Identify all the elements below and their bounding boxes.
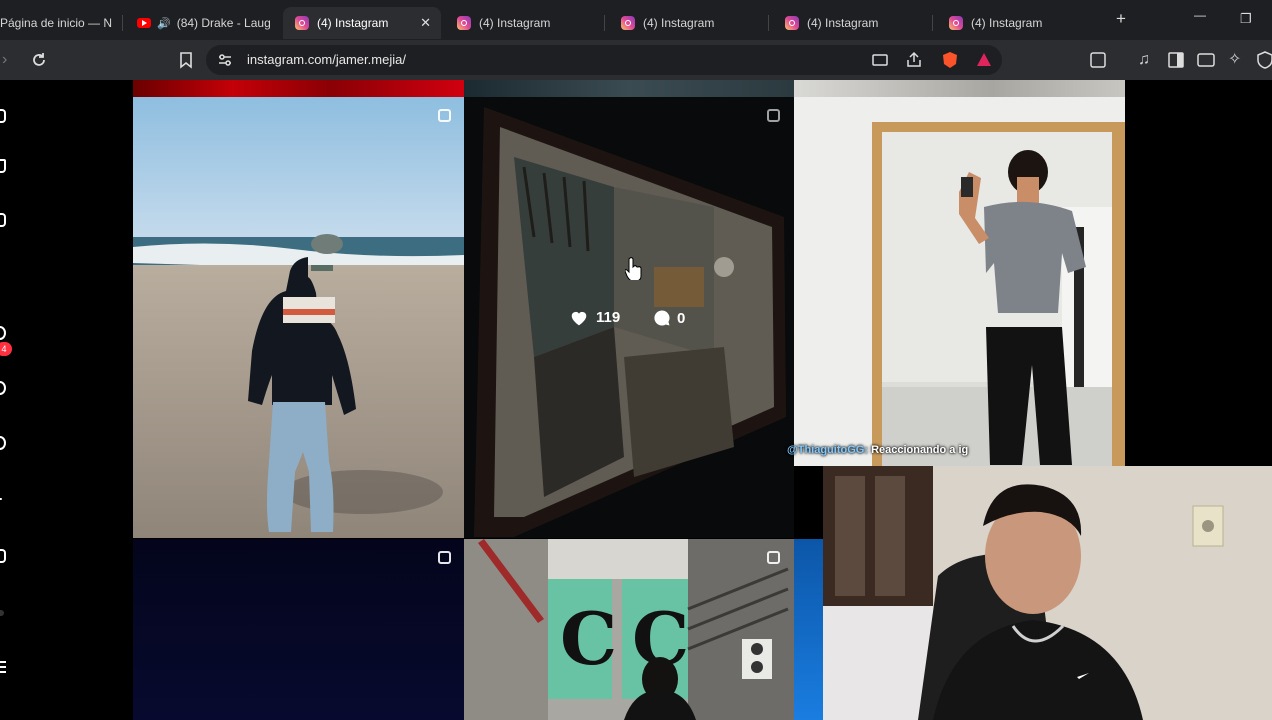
profile-icon[interactable] xyxy=(0,549,6,563)
tab-title: (4) Instagram xyxy=(807,16,879,30)
restore-button[interactable]: ❐ xyxy=(1240,11,1252,27)
reload-icon[interactable] xyxy=(30,51,48,69)
site-settings-icon[interactable] xyxy=(217,52,233,68)
svg-text:C: C xyxy=(560,596,617,681)
tab-instagram[interactable]: (4) Instagram xyxy=(933,7,1093,39)
instagram-icon xyxy=(621,16,635,30)
tab-instagram-active[interactable]: (4) Instagram ✕ xyxy=(283,7,441,39)
wallet-icon[interactable] xyxy=(1197,52,1215,68)
forward-icon[interactable]: › xyxy=(2,50,7,70)
likes-stat: 119 xyxy=(570,309,620,326)
comments-count: 0 xyxy=(677,309,686,327)
tab-title: Página de inicio — N xyxy=(0,16,113,30)
chat-username: @ThiaguitoGG: xyxy=(787,444,868,456)
youtube-icon xyxy=(137,18,151,28)
instagram-icon xyxy=(949,16,963,30)
brave-rewards-icon[interactable] xyxy=(975,51,993,69)
home-icon[interactable] xyxy=(0,159,6,173)
stream-chat-message: @ThiaguitoGG: Reaccionando a ig xyxy=(787,444,968,456)
speaker-icon[interactable]: 🔊 xyxy=(157,17,171,30)
instagram-sidebar: 4 xyxy=(0,80,20,720)
url-text[interactable]: instagram.com/jamer.mejia/ xyxy=(247,52,406,67)
comments-stat: 0 xyxy=(653,309,685,327)
post-cc-building-photo[interactable]: C C xyxy=(464,539,794,720)
messages-icon[interactable] xyxy=(0,280,6,294)
cast-icon[interactable] xyxy=(871,52,889,68)
chat-text: Reaccionando a ig xyxy=(871,444,969,456)
webcam-overlay xyxy=(823,466,1272,720)
tab-title: (84) Drake - Laug xyxy=(176,16,271,30)
tab-netflix[interactable]: Página de inicio — N xyxy=(0,7,122,39)
tab-title: (4) Instagram xyxy=(317,16,389,30)
post-strip-gray[interactable] xyxy=(794,80,1125,97)
new-tab-button[interactable]: + xyxy=(1116,9,1126,29)
instagram-icon xyxy=(457,16,471,30)
explore-icon[interactable] xyxy=(0,381,6,395)
tab-bar: Página de inicio — N 🔊 (84) Drake - Laug… xyxy=(0,0,1272,40)
instagram-logo-icon[interactable] xyxy=(0,109,6,123)
sidebar-toggle-icon[interactable] xyxy=(1168,52,1184,68)
tab-title: (4) Instagram xyxy=(643,16,715,30)
tab-instagram[interactable]: (4) Instagram xyxy=(605,7,768,39)
search-icon[interactable] xyxy=(0,326,6,340)
hover-overlay[interactable] xyxy=(464,97,794,538)
post-mirror-selfie-photo[interactable] xyxy=(794,97,1125,466)
reader-mode-icon[interactable] xyxy=(1089,51,1107,69)
share-icon[interactable] xyxy=(905,51,923,69)
hand-cursor-icon xyxy=(625,257,642,280)
instagram-icon xyxy=(295,16,309,30)
post-night-sky-photo[interactable] xyxy=(133,539,464,720)
bookmark-icon[interactable] xyxy=(178,51,194,69)
carousel-icon xyxy=(438,109,451,122)
create-icon[interactable] xyxy=(0,498,2,500)
vpn-icon[interactable] xyxy=(1257,51,1272,69)
instagram-icon xyxy=(785,16,799,30)
leo-ai-icon[interactable]: ✧ xyxy=(1228,50,1241,70)
likes-count: 119 xyxy=(596,309,621,326)
notification-badge: 4 xyxy=(0,342,12,356)
carousel-icon xyxy=(767,551,780,564)
notifications-icon[interactable] xyxy=(0,436,6,450)
close-tab-icon[interactable]: ✕ xyxy=(420,15,431,31)
comment-icon xyxy=(654,310,670,326)
music-icon[interactable]: ♫ xyxy=(1138,50,1150,70)
threads-icon[interactable] xyxy=(0,610,4,616)
post-beach-photo[interactable] xyxy=(133,97,464,538)
tab-youtube[interactable]: 🔊 (84) Drake - Laug xyxy=(123,7,283,39)
tab-title: (4) Instagram xyxy=(971,16,1043,30)
carousel-icon xyxy=(438,551,451,564)
post-strip-red[interactable] xyxy=(133,80,464,97)
minimize-button[interactable]: — xyxy=(1194,8,1206,22)
reels-icon[interactable] xyxy=(0,213,6,227)
post-strip-dark[interactable] xyxy=(464,80,794,97)
tab-instagram[interactable]: (4) Instagram xyxy=(441,7,604,39)
tab-instagram[interactable]: (4) Instagram xyxy=(769,7,932,39)
brave-shields-icon[interactable] xyxy=(941,51,959,69)
tab-title: (4) Instagram xyxy=(479,16,551,30)
heart-icon xyxy=(571,311,587,325)
more-icon[interactable] xyxy=(0,661,6,673)
